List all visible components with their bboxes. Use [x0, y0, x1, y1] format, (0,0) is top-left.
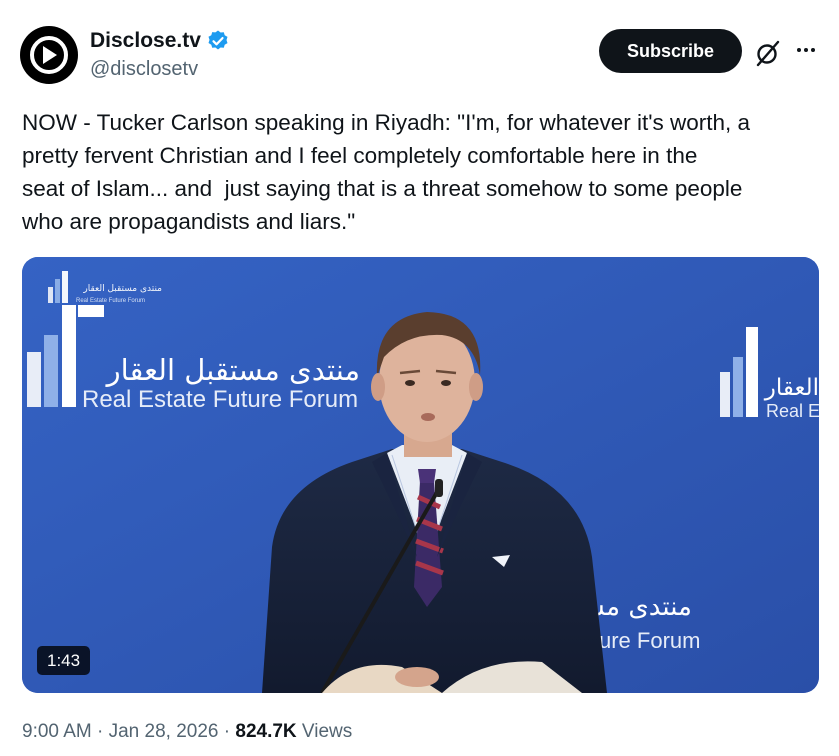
verified-badge-icon — [206, 29, 230, 53]
video-player[interactable]: منتدى مستقبل العقار Real Estate Future F… — [22, 257, 819, 693]
more-dot — [797, 48, 801, 52]
backdrop-lower-english: ure Forum — [599, 628, 700, 653]
subscribe-button[interactable]: Subscribe — [599, 29, 742, 73]
display-name[interactable]: Disclose.tv — [90, 28, 201, 54]
account-handle[interactable]: @disclosetv — [90, 56, 230, 82]
backdrop-right-arabic: العقار — [764, 375, 819, 401]
account-names: Disclose.tv @disclosetv — [90, 28, 230, 82]
disclose-logo-icon — [30, 36, 68, 74]
grok-icon[interactable] — [754, 39, 782, 67]
tweet-header: Disclose.tv @disclosetv Subscribe — [20, 22, 819, 84]
views-count[interactable]: 824.7K — [235, 721, 296, 742]
display-name-row: Disclose.tv — [90, 28, 230, 54]
meta-separator: · — [91, 721, 109, 742]
tweet-meta: 9:00 AM · Jan 28, 2026 · 824.7K Views — [22, 719, 352, 745]
backdrop-arabic: منتدى مستقبل العقار — [105, 353, 360, 387]
video-duration: 1:43 — [37, 646, 91, 675]
video-frame: منتدى مستقبل العقار Real Estate Future F… — [22, 257, 819, 693]
backdrop-right-english: Real E — [766, 401, 819, 421]
backdrop-english: Real Estate Future Forum — [82, 386, 358, 413]
tweet-text: NOW - Tucker Carlson speaking in Riyadh:… — [22, 110, 751, 234]
views-label: Views — [296, 721, 353, 742]
meta-separator: · — [218, 721, 236, 742]
more-icon[interactable] — [792, 40, 820, 60]
avatar[interactable] — [20, 26, 78, 84]
more-dot — [811, 48, 815, 52]
small-logo-english: Real Estate Future Forum — [76, 298, 145, 304]
tweet-date[interactable]: Jan 28, 2026 — [109, 721, 219, 742]
small-logo-arabic: منتدى مستقبل العقار — [82, 284, 162, 294]
tweet-time[interactable]: 9:00 AM — [22, 721, 92, 742]
more-dot — [804, 48, 808, 52]
